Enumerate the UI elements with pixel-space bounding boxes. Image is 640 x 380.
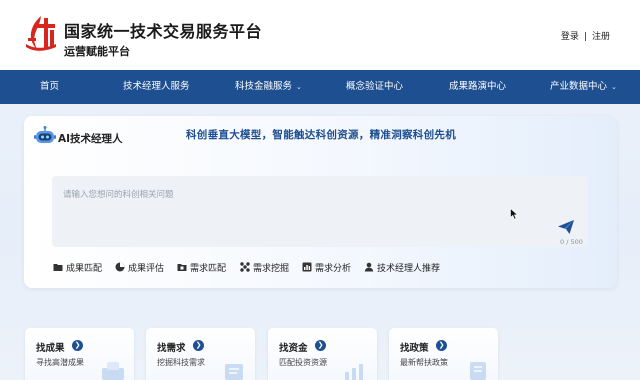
illustration-icon: [470, 362, 486, 380]
tool-label: 需求匹配: [190, 263, 227, 274]
header: 国家统一技术交易服务平台 运营赋能平台 登录 | 注册: [0, 0, 640, 70]
tile-subtitle: 匹配投资资源: [279, 358, 327, 367]
tool-manager-recommendation[interactable]: 技术经理人推荐: [364, 260, 440, 274]
robot-icon: [34, 126, 56, 143]
tool-demand-match[interactable]: 需求匹配: [177, 260, 226, 274]
tool-label: 成果匹配: [66, 263, 103, 274]
nav-item-industry-data[interactable]: 产业数据中心 ⌄: [550, 70, 617, 104]
char-counter: 0 / 500: [560, 238, 583, 246]
nav-item-fintech-service[interactable]: 科技金融服务 ⌄: [235, 70, 302, 104]
nav-item-label: 技术经理人服务: [123, 81, 190, 92]
tool-label: 技术经理人推荐: [377, 263, 441, 274]
illustration-icon: [345, 364, 363, 380]
send-icon[interactable]: [557, 219, 575, 235]
question-input[interactable]: [52, 176, 588, 247]
tile-find-funds[interactable]: 找资金 ❯ 匹配投资资源: [268, 328, 377, 380]
tool-demand-mining[interactable]: 需求挖掘: [240, 260, 289, 274]
nav-item-roadshow[interactable]: 成果路演中心: [449, 70, 506, 104]
main-nav: 首页 技术经理人服务 科技金融服务 ⌄ 概念验证中心 成果路演中心 产业数据中心 ⌄: [0, 70, 640, 104]
register-link[interactable]: 注册: [592, 32, 610, 42]
tile-subtitle: 最新帮扶政策: [400, 358, 448, 367]
tool-label: 需求分析: [315, 263, 352, 274]
login-link[interactable]: 登录: [561, 32, 579, 42]
mouse-cursor-icon: [510, 208, 519, 220]
question-placeholder: 请输入您想问的科创相关问题: [63, 190, 174, 200]
illustration-icon: [225, 364, 243, 380]
tile-title: 找政策: [400, 343, 429, 354]
chevron-right-icon: ❯: [193, 340, 204, 351]
illustration-icon: [102, 362, 124, 380]
pie-chart-icon: [115, 262, 125, 272]
tool-label: 成果评估: [128, 263, 165, 274]
ai-slogan: 科创垂直大模型，智能触达科创资源，精准洞察科创先机: [186, 129, 456, 141]
folder-icon: [177, 264, 187, 271]
chevron-down-icon: ⌄: [611, 83, 617, 91]
network-icon: [240, 262, 250, 272]
nav-item-home[interactable]: 首页: [40, 70, 59, 104]
tile-find-results[interactable]: 找成果 ❯ 寻找高潜成果: [25, 328, 134, 380]
auth-separator: |: [583, 32, 587, 42]
platform-title: 国家统一技术交易服务平台: [64, 22, 263, 41]
folder-icon: [53, 264, 63, 271]
nav-item-tech-manager-service[interactable]: 技术经理人服务: [123, 70, 190, 104]
tool-result-match[interactable]: 成果匹配: [53, 260, 102, 274]
tool-demand-analysis[interactable]: 需求分析: [302, 260, 351, 274]
bar-chart-icon: [302, 262, 312, 272]
nav-item-label: 概念验证中心: [346, 81, 404, 92]
chevron-right-icon: ❯: [315, 340, 326, 351]
tile-title: 找成果: [36, 343, 65, 354]
auth-links: 登录 | 注册: [561, 29, 610, 42]
tile-subtitle: 挖掘科技需求: [157, 358, 205, 367]
tile-find-demands[interactable]: 找需求 ❯ 挖掘科技需求: [146, 328, 255, 380]
nav-item-label: 产业数据中心: [550, 81, 608, 92]
nav-item-concept-verification[interactable]: 概念验证中心: [346, 70, 403, 104]
tile-find-policies[interactable]: 找政策 ❯ 最新帮扶政策: [389, 328, 498, 380]
ai-title: AI技术经理人: [58, 133, 123, 145]
chevron-right-icon: ❯: [436, 340, 447, 351]
chevron-right-icon: ❯: [72, 340, 83, 351]
nav-item-label: 首页: [40, 81, 60, 92]
user-icon: [364, 262, 374, 272]
nav-item-label: 成果路演中心: [449, 81, 507, 92]
platform-subtitle: 运营赋能平台: [64, 45, 130, 58]
platform-logo-icon: [26, 16, 56, 54]
chevron-down-icon: ⌄: [296, 83, 302, 91]
tool-label: 需求挖掘: [253, 263, 290, 274]
tool-result-evaluation[interactable]: 成果评估: [115, 260, 164, 274]
tile-subtitle: 寻找高潜成果: [36, 358, 84, 367]
tile-title: 找资金: [279, 343, 308, 354]
nav-item-label: 科技金融服务: [235, 81, 293, 92]
tile-title: 找需求: [157, 343, 186, 354]
